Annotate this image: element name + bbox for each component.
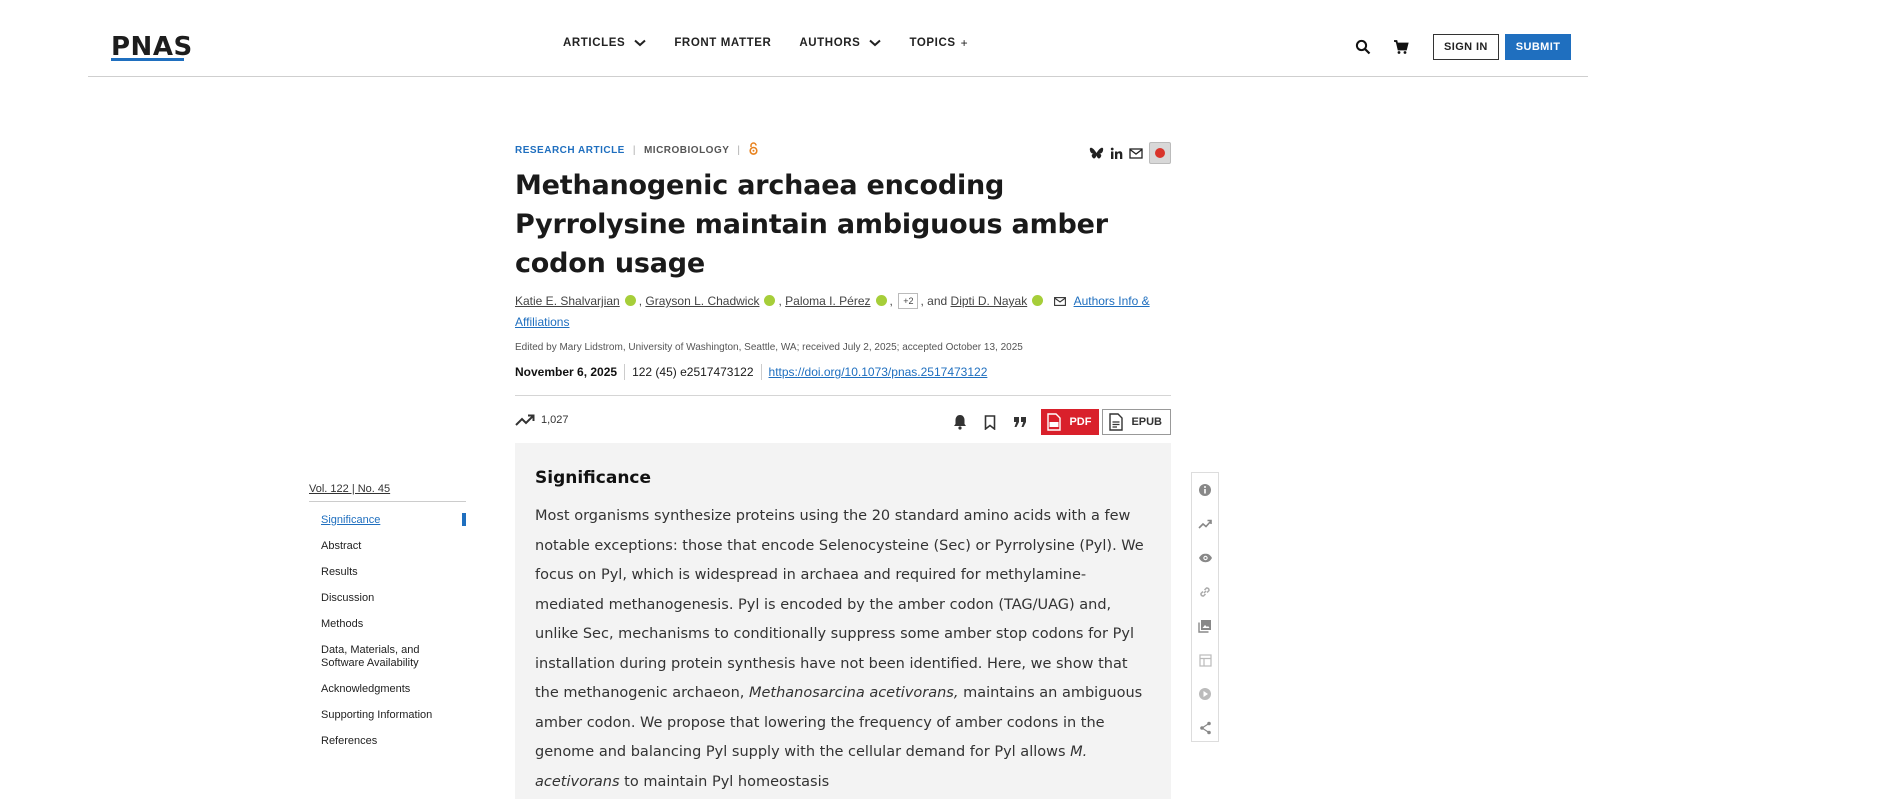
orcid-icon[interactable] bbox=[624, 295, 636, 306]
significance-section: Significance Most organisms synthesize p… bbox=[515, 443, 1171, 799]
nav-authors-label: AUTHORS bbox=[799, 37, 861, 49]
toc-item-methods[interactable]: Methods bbox=[309, 615, 466, 633]
info-icon[interactable] bbox=[1192, 473, 1218, 507]
toc-item-discussion[interactable]: Discussion bbox=[309, 589, 466, 607]
pnas-logo[interactable]: PNAS bbox=[111, 34, 193, 60]
species-name: Methanosarcina acetivorans, bbox=[748, 685, 959, 701]
more-authors-button[interactable]: +2 bbox=[898, 293, 919, 309]
edited-by: Edited by Mary Lidstrom, University of W… bbox=[515, 342, 1023, 353]
pdf-button[interactable]: PDF bbox=[1041, 409, 1100, 435]
bluesky-icon[interactable] bbox=[1089, 147, 1104, 160]
epub-label: EPUB bbox=[1131, 416, 1162, 428]
toc-item-abstract[interactable]: Abstract bbox=[309, 537, 466, 555]
altmetric-badge-icon[interactable] bbox=[1149, 142, 1171, 164]
orcid-icon[interactable] bbox=[875, 295, 887, 306]
author-link[interactable]: Paloma I. Pérez bbox=[785, 294, 870, 308]
pdf-label: PDF bbox=[1069, 416, 1092, 428]
bell-icon[interactable] bbox=[949, 409, 971, 435]
bookmark-icon[interactable] bbox=[979, 409, 1001, 435]
author-email-icon[interactable] bbox=[1053, 292, 1066, 312]
volume-issue: 122 (45) e2517473122 bbox=[632, 365, 754, 379]
article-side-rail bbox=[1191, 472, 1219, 742]
publication-info: November 6, 2025 122 (45) e2517473122 ht… bbox=[515, 363, 1171, 381]
author-list: Katie E. Shalvarjian, Grayson L. Chadwic… bbox=[515, 292, 1150, 329]
article-title: Methanogenic archaea encoding Pyrrolysin… bbox=[515, 170, 1108, 279]
linkedin-icon[interactable] bbox=[1110, 147, 1123, 160]
epub-button[interactable]: EPUB bbox=[1102, 409, 1171, 435]
author-link[interactable]: Katie E. Shalvarjian bbox=[515, 294, 620, 308]
significance-text: Most organisms synthesize proteins using… bbox=[535, 508, 1144, 790]
email-icon[interactable] bbox=[1129, 147, 1143, 159]
toc-item-acknowledgments[interactable]: Acknowledgments bbox=[309, 680, 466, 698]
nav-articles-label: ARTICLES bbox=[563, 37, 626, 49]
plus-icon: + bbox=[960, 36, 969, 50]
logo-underline bbox=[111, 58, 184, 61]
trending-icon[interactable] bbox=[1192, 507, 1218, 541]
epub-file-icon bbox=[1109, 413, 1124, 431]
meta-separator: | bbox=[737, 144, 741, 156]
chevron-down-icon bbox=[869, 39, 882, 47]
article-tools: PDF EPUB bbox=[941, 409, 1171, 435]
table-of-contents: Vol. 122 | No. 45 Significance Abstract … bbox=[309, 483, 466, 758]
orcid-icon[interactable] bbox=[764, 295, 776, 306]
nav-topics[interactable]: TOPICS + bbox=[909, 36, 968, 50]
sign-in-button[interactable]: SIGN IN bbox=[1433, 34, 1499, 60]
share-bar bbox=[1083, 142, 1171, 164]
orcid-icon[interactable] bbox=[1032, 295, 1044, 306]
toc-item-references[interactable]: References bbox=[309, 732, 466, 750]
article-type[interactable]: RESEARCH ARTICLE bbox=[515, 145, 625, 156]
search-icon[interactable] bbox=[1353, 37, 1373, 57]
share-icon[interactable] bbox=[1192, 711, 1218, 745]
nav-front-matter[interactable]: FRONT MATTER bbox=[674, 37, 771, 49]
toc-volume-link[interactable]: Vol. 122 | No. 45 bbox=[309, 483, 466, 502]
site-header: PNAS ARTICLES FRONT MATTER AUTHORS TOPIC… bbox=[88, 0, 1588, 77]
play-icon[interactable] bbox=[1192, 677, 1218, 711]
meta-separator: | bbox=[632, 144, 636, 156]
author-link[interactable]: Dipti D. Nayak bbox=[951, 294, 1028, 308]
cite-quote-icon[interactable] bbox=[1009, 409, 1031, 435]
open-access-icon bbox=[748, 142, 758, 158]
nav-articles[interactable]: ARTICLES bbox=[563, 37, 646, 49]
pdf-file-icon bbox=[1047, 413, 1062, 431]
cart-icon[interactable] bbox=[1391, 37, 1411, 57]
article-toolbar: 1,027 PDF EPUB bbox=[515, 395, 1171, 448]
publication-date: November 6, 2025 bbox=[515, 365, 618, 379]
main-nav: ARTICLES FRONT MATTER AUTHORS TOPICS + bbox=[563, 36, 996, 50]
submit-button[interactable]: SUBMIT bbox=[1504, 34, 1572, 60]
significance-heading: Significance bbox=[535, 468, 652, 488]
toc-list: Significance Abstract Results Discussion… bbox=[309, 511, 466, 750]
chevron-down-icon bbox=[634, 39, 646, 47]
metric-count: 1,027 bbox=[541, 414, 569, 426]
toc-item-results[interactable]: Results bbox=[309, 563, 466, 581]
link-icon[interactable] bbox=[1192, 575, 1218, 609]
toc-item-supporting-information[interactable]: Supporting Information bbox=[309, 706, 466, 724]
images-icon[interactable] bbox=[1192, 609, 1218, 643]
article-metrics[interactable]: 1,027 bbox=[515, 414, 569, 426]
article-category[interactable]: MICROBIOLOGY bbox=[644, 145, 729, 156]
article-meta: RESEARCH ARTICLE | MICROBIOLOGY | bbox=[515, 140, 1171, 164]
header-actions: SIGN IN SUBMIT bbox=[1353, 34, 1572, 60]
toc-item-significance[interactable]: Significance bbox=[309, 511, 466, 529]
toc-active-marker bbox=[462, 513, 466, 526]
article-header: RESEARCH ARTICLE | MICROBIOLOGY | Methan… bbox=[515, 140, 1171, 448]
author-link[interactable]: Grayson L. Chadwick bbox=[645, 294, 759, 308]
trending-icon bbox=[515, 414, 535, 426]
nav-authors[interactable]: AUTHORS bbox=[799, 37, 882, 49]
doi-link[interactable]: https://doi.org/10.1073/pnas.2517473122 bbox=[769, 365, 988, 379]
divider bbox=[760, 364, 762, 380]
eye-icon[interactable] bbox=[1192, 541, 1218, 575]
nav-front-matter-label: FRONT MATTER bbox=[674, 37, 772, 49]
toc-item-data-availability[interactable]: Data, Materials, and Software Availabili… bbox=[309, 641, 429, 672]
table-icon[interactable] bbox=[1192, 643, 1218, 677]
nav-topics-label: TOPICS bbox=[909, 37, 956, 49]
divider bbox=[624, 364, 626, 380]
